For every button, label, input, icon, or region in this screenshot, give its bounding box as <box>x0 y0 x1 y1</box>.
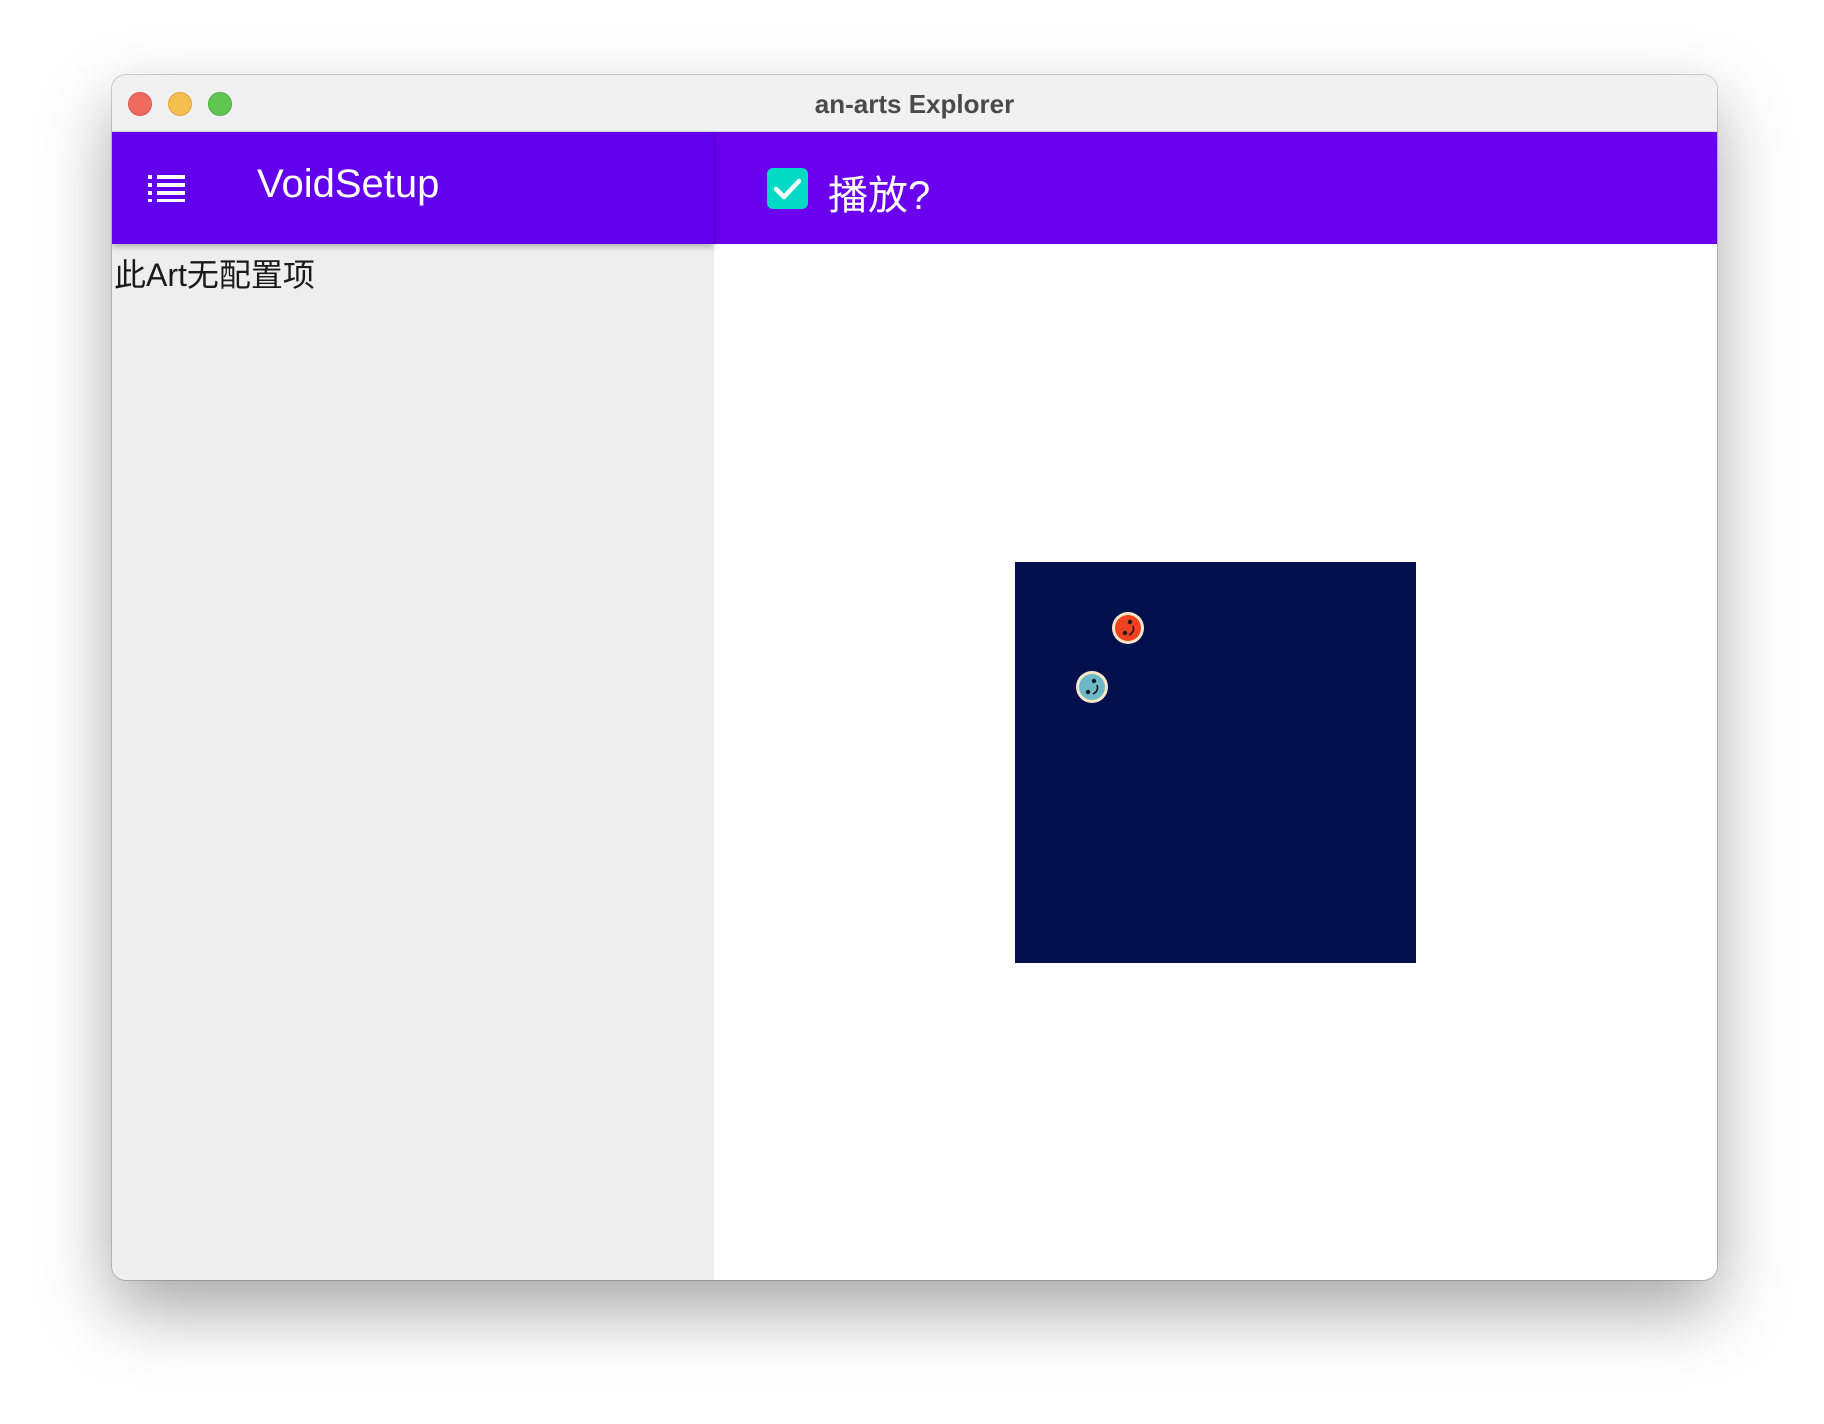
art-viewer: 播放? <box>714 132 1717 1280</box>
viewer-app-bar: 播放? <box>714 132 1717 244</box>
sidebar-title: VoidSetup <box>257 162 440 206</box>
sidebar-app-bar: VoidSetup <box>112 132 714 244</box>
list-menu-icon[interactable] <box>148 172 188 202</box>
teal-ball <box>1076 671 1108 703</box>
red-ball <box>1112 612 1144 644</box>
no-config-message: 此Art无配置项 <box>114 257 315 293</box>
play-checkbox[interactable] <box>767 168 808 209</box>
config-sidebar: VoidSetup 此Art无配置项 <box>112 132 714 1280</box>
play-label: 播放? <box>828 174 931 218</box>
art-canvas[interactable] <box>1015 562 1416 963</box>
title-bar: an-arts Explorer <box>112 75 1717 132</box>
window-title: an-arts Explorer <box>814 89 1015 119</box>
app-window: an-arts Explorer VoidSetup 此Art无配置项 播放? <box>112 75 1717 1280</box>
checkmark-icon <box>773 178 802 200</box>
